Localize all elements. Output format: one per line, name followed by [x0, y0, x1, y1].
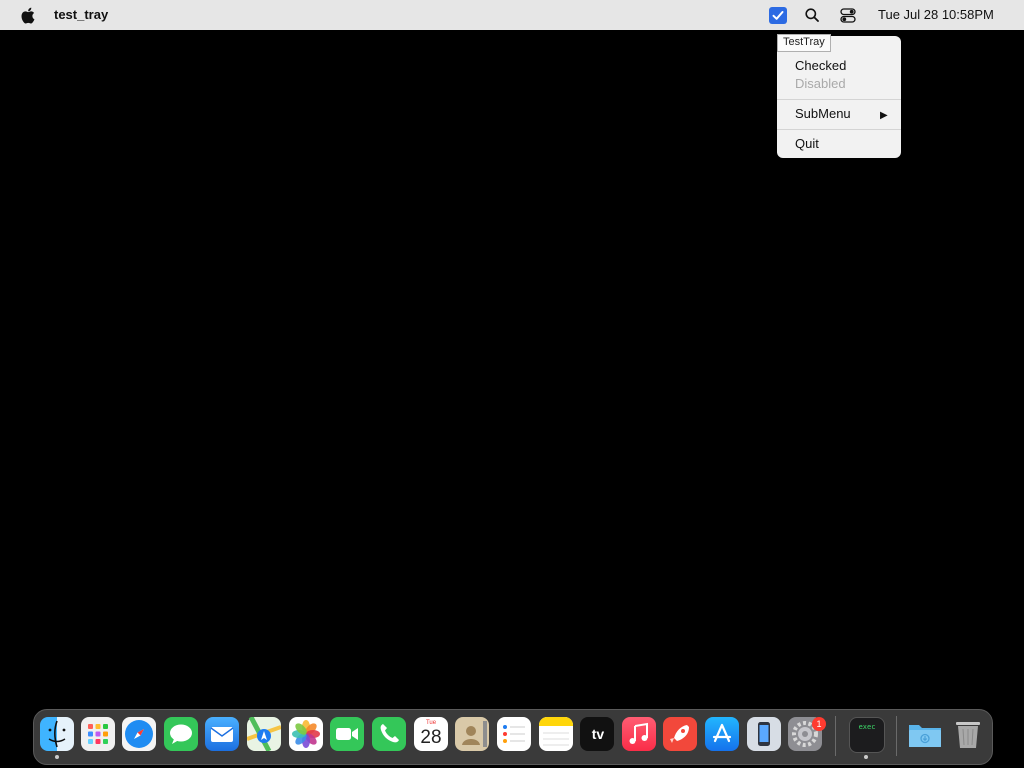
apple-logo-icon[interactable] [20, 7, 35, 24]
menu-item-disabled: Disabled [795, 76, 846, 91]
tray-tooltip: TestTray [777, 34, 831, 52]
reminders-icon[interactable] [497, 717, 531, 751]
menu-separator [777, 129, 901, 130]
tv-label: tv [591, 726, 605, 742]
menu-item-submenu[interactable]: SubMenu [795, 105, 851, 123]
folder-icon[interactable] [907, 717, 941, 751]
appstore-icon[interactable] [705, 717, 739, 751]
rocket-icon[interactable] [663, 717, 697, 751]
dock-separator [896, 716, 897, 756]
phone-icon[interactable] [372, 717, 406, 751]
menu-bar: test_tray Tue Jul 28 10:58PM [0, 0, 1024, 30]
messages-icon[interactable] [164, 717, 198, 751]
terminal-label: exec [858, 723, 876, 731]
menu-item-quit[interactable]: Quit [795, 135, 819, 153]
notification-badge: 1 [812, 717, 826, 731]
dock-separator [835, 716, 836, 756]
tray-dropdown-menu: Hello Checked Disabled SubMenu ▶ Quit [777, 36, 901, 158]
finder-icon[interactable] [40, 717, 74, 751]
appletv-icon[interactable]: tv [580, 717, 614, 751]
safari-icon[interactable] [122, 717, 156, 751]
control-center-icon[interactable] [840, 8, 856, 23]
launchpad-icon[interactable] [81, 717, 115, 751]
spotlight-search-icon[interactable] [805, 8, 819, 22]
menu-item-checked[interactable]: Checked [795, 57, 846, 75]
app-name-menu[interactable]: test_tray [54, 7, 108, 22]
menu-separator [777, 99, 901, 100]
mail-icon[interactable] [205, 717, 239, 751]
calendar-day: Tue [425, 720, 437, 726]
terminal-icon[interactable]: exec [849, 717, 885, 753]
contacts-icon[interactable] [455, 717, 489, 751]
tray-checkmark-icon[interactable] [769, 7, 787, 24]
menubar-clock[interactable]: Tue Jul 28 10:58PM [878, 7, 994, 22]
simulator-icon[interactable] [747, 717, 781, 751]
music-icon[interactable] [622, 717, 656, 751]
trash-icon[interactable] [951, 717, 985, 751]
calendar-date: 28 [420, 727, 442, 748]
submenu-arrow-icon: ▶ [880, 110, 888, 121]
facetime-icon[interactable] [330, 717, 364, 751]
maps-icon[interactable] [246, 715, 282, 753]
running-indicator [864, 755, 868, 759]
notes-icon[interactable] [539, 717, 573, 751]
calendar-icon[interactable]: Tue 28 [414, 717, 448, 751]
running-indicator [55, 755, 59, 759]
photos-icon[interactable] [289, 717, 323, 751]
